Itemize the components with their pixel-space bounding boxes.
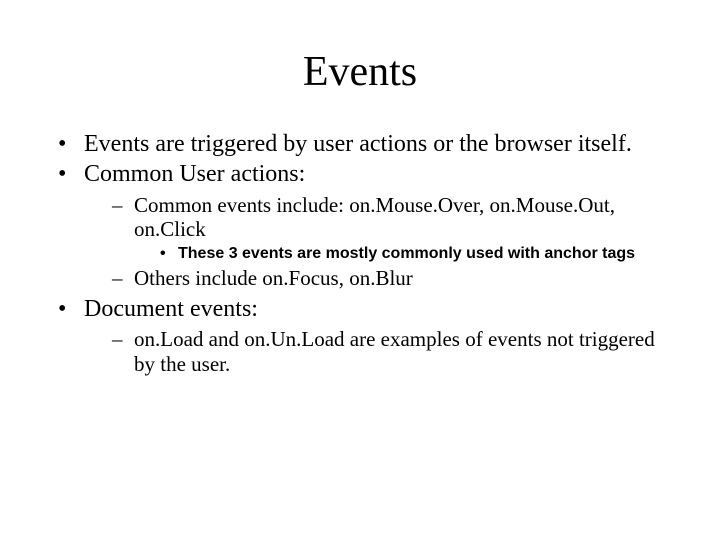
slide: Events Events are triggered by user acti… <box>0 0 720 540</box>
sub-bullet-text: Common events include: on.Mouse.Over, on… <box>134 193 615 242</box>
bullet-item: Common User actions: Common events inclu… <box>58 160 680 291</box>
bullet-text: Events are triggered by user actions or … <box>84 131 632 157</box>
bullet-text: Common User actions: <box>84 161 305 187</box>
sub-bullet-text: on.Load and on.Un.Load are examples of e… <box>134 327 655 376</box>
sub-bullet-item: Common events include: on.Mouse.Over, on… <box>112 193 680 265</box>
sub-sub-bullet-text: These 3 events are mostly commonly used … <box>178 245 635 262</box>
bullet-item: Document events: on.Load and on.Un.Load … <box>58 295 680 377</box>
bullet-list: Events are triggered by user actions or … <box>58 130 680 377</box>
sub-bullet-list: on.Load and on.Un.Load are examples of e… <box>112 327 680 377</box>
sub-bullet-item: Others include on.Focus, on.Blur <box>112 266 680 291</box>
bullet-text: Document events: <box>84 296 258 322</box>
sub-sub-bullet-item: These 3 events are mostly commonly used … <box>160 244 680 264</box>
slide-title: Events <box>40 48 680 96</box>
sub-bullet-item: on.Load and on.Un.Load are examples of e… <box>112 327 680 377</box>
sub-bullet-list: Common events include: on.Mouse.Over, on… <box>112 193 680 291</box>
bullet-item: Events are triggered by user actions or … <box>58 130 680 158</box>
sub-sub-bullet-list: These 3 events are mostly commonly used … <box>160 244 680 264</box>
sub-bullet-text: Others include on.Focus, on.Blur <box>134 266 413 290</box>
